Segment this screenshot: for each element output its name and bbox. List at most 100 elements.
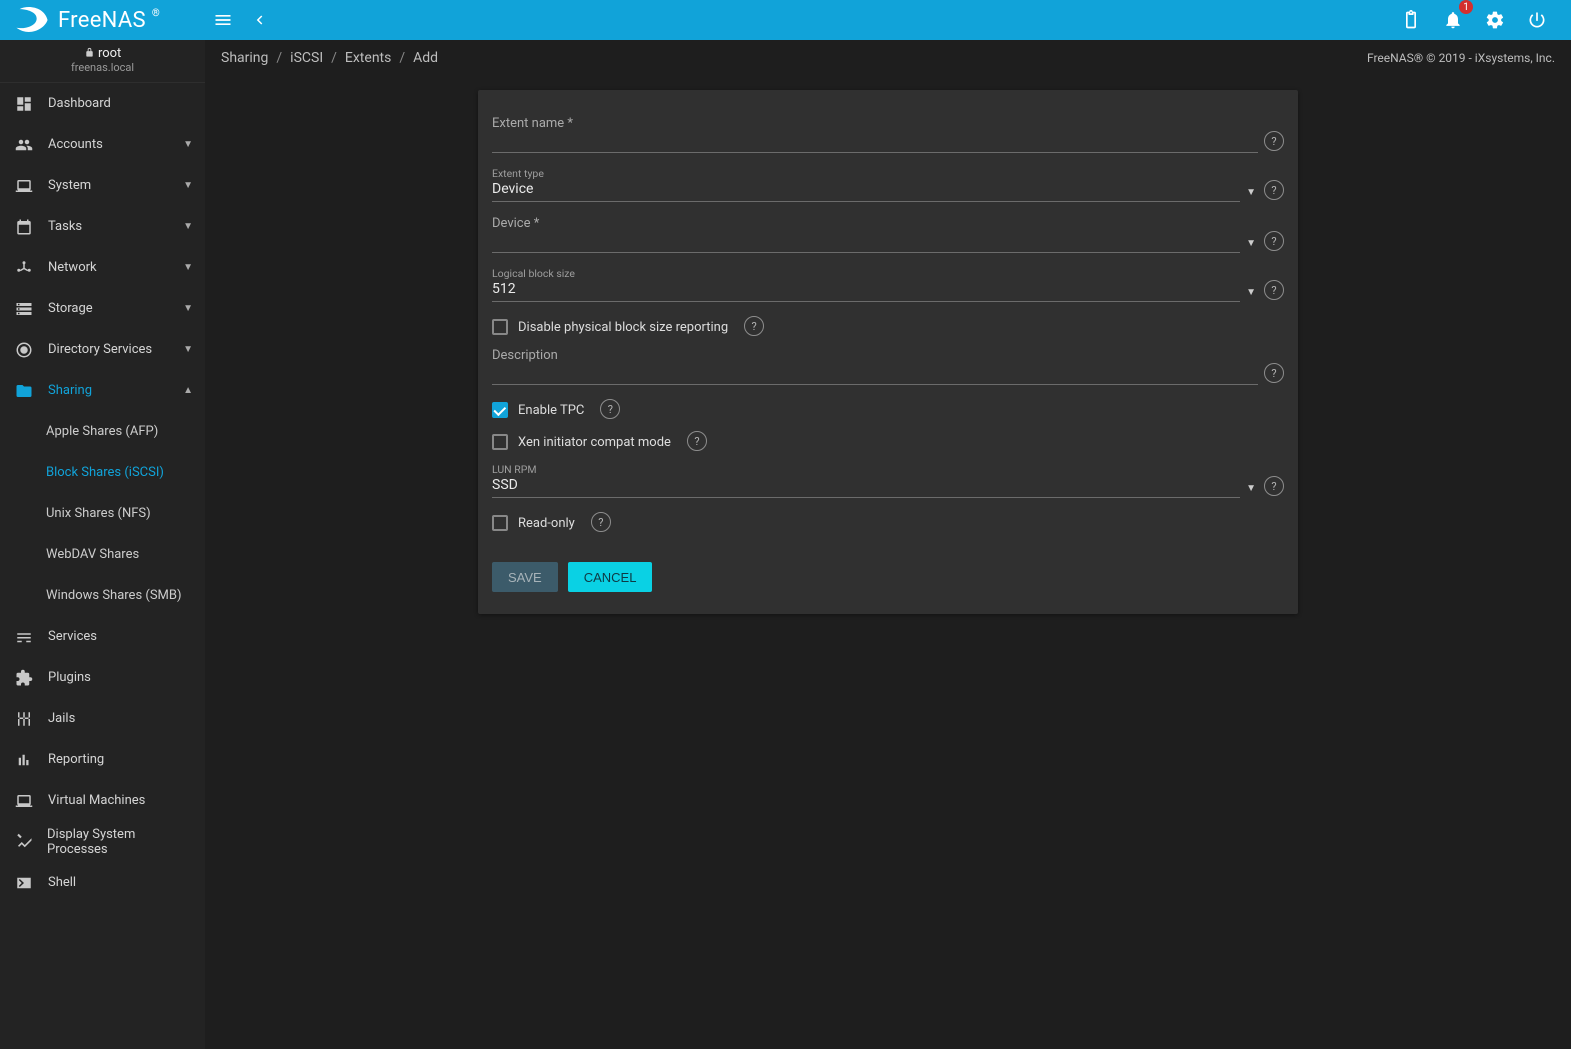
- sidebar-item-label: Dashboard: [48, 96, 111, 111]
- chevron-down-icon: ▼: [183, 303, 193, 314]
- breadcrumb-extents[interactable]: Extents: [345, 50, 391, 66]
- breadcrumb-add: Add: [413, 50, 438, 66]
- nav-back-button[interactable]: [241, 2, 277, 38]
- help-icon[interactable]: ?: [744, 316, 764, 336]
- sidebar-item-services[interactable]: Services: [0, 616, 205, 657]
- help-icon[interactable]: ?: [1264, 180, 1284, 200]
- sidebar-item-display-system-processes[interactable]: Display System Processes: [0, 821, 205, 862]
- checkbox-icon[interactable]: [492, 515, 508, 531]
- share-icon: [12, 259, 36, 277]
- breadcrumb-sharing[interactable]: Sharing: [221, 50, 268, 66]
- chevron-down-icon: ▼: [1246, 238, 1256, 249]
- ds-icon: [12, 341, 36, 359]
- sidebar-item-label: Virtual Machines: [48, 793, 145, 808]
- topbar: FreeNAS ® 1: [0, 0, 1571, 40]
- block-size-select[interactable]: Logical block size 512 ▼ ?: [492, 267, 1284, 302]
- sidebar-item-label: Plugins: [48, 670, 91, 685]
- sidebar-item-label: Directory Services: [48, 342, 152, 357]
- main: Sharing/iSCSI/Extents/Add FreeNAS® © 201…: [205, 40, 1571, 1049]
- help-icon[interactable]: ?: [1264, 363, 1284, 383]
- sidebar-subitem-windows-shares-smb-[interactable]: Windows Shares (SMB): [0, 575, 205, 616]
- sidebar-subitem-apple-shares-afp-[interactable]: Apple Shares (AFP): [0, 411, 205, 452]
- read-only-checkbox[interactable]: Read-only ?: [492, 512, 1284, 534]
- help-icon[interactable]: ?: [600, 399, 620, 419]
- chevron-up-icon: ▲: [183, 385, 193, 396]
- description-field[interactable]: Description ?: [492, 348, 1284, 385]
- extent-type-select[interactable]: Extent type Device ▼ ?: [492, 167, 1284, 202]
- chevron-down-icon: ▼: [183, 344, 193, 355]
- notifications-badge: 1: [1459, 0, 1473, 14]
- sidebar-item-virtual-machines[interactable]: Virtual Machines: [0, 780, 205, 821]
- sidebar-item-system[interactable]: System▼: [0, 165, 205, 206]
- dashboard-icon: [12, 95, 36, 113]
- sidebar-subitem-block-shares-iscsi-[interactable]: Block Shares (iSCSI): [0, 452, 205, 493]
- host-name: freenas.local: [0, 61, 205, 74]
- sidebar-item-label: Tasks: [48, 219, 82, 234]
- sidebar: root freenas.local Dashboard Accounts▼Sys…: [0, 40, 205, 1049]
- sidebar-item-label: Services: [48, 629, 97, 644]
- help-icon[interactable]: ?: [687, 431, 707, 451]
- sidebar-item-jails[interactable]: Jails: [0, 698, 205, 739]
- sidebar-item-sharing[interactable]: Sharing▲: [0, 370, 205, 411]
- chevron-down-icon: ▼: [183, 221, 193, 232]
- tune-icon: [12, 628, 36, 646]
- settings-button[interactable]: [1477, 2, 1513, 38]
- chevron-down-icon: ▼: [1246, 483, 1256, 494]
- form-card: Extent name * ? Extent type Device ▼ ?: [478, 90, 1298, 614]
- power-icon: [1527, 10, 1547, 30]
- calendar-icon: [12, 218, 36, 236]
- help-icon[interactable]: ?: [591, 512, 611, 532]
- disable-phys-checkbox[interactable]: Disable physical block size reporting ?: [492, 316, 1284, 338]
- checkbox-icon[interactable]: [492, 434, 508, 450]
- sidebar-item-label: Jails: [48, 711, 75, 726]
- clipboard-icon: [1401, 10, 1421, 30]
- checkbox-icon[interactable]: [492, 319, 508, 335]
- sidebar-item-reporting[interactable]: Reporting: [0, 739, 205, 780]
- sidebar-item-label: Shell: [48, 875, 76, 890]
- menu-icon: [213, 10, 233, 30]
- sidebar-item-label: Display System Processes: [47, 827, 193, 857]
- chevron-down-icon: ▼: [1246, 187, 1256, 198]
- laptop-icon: [12, 177, 36, 195]
- xen-compat-checkbox[interactable]: Xen initiator compat mode ?: [492, 431, 1284, 453]
- sidebar-item-network[interactable]: Network▼: [0, 247, 205, 288]
- cancel-button[interactable]: CANCEL: [568, 562, 653, 592]
- logo-icon: [12, 6, 52, 34]
- help-icon[interactable]: ?: [1264, 131, 1284, 151]
- save-button[interactable]: SAVE: [492, 562, 558, 592]
- chevron-left-icon: [250, 11, 268, 29]
- notifications-button[interactable]: 1: [1435, 2, 1471, 38]
- checkbox-icon[interactable]: [492, 402, 508, 418]
- storage-icon: [12, 300, 36, 318]
- sidebar-item-directory-services[interactable]: Directory Services ▼: [0, 329, 205, 370]
- sidebar-subitem-unix-shares-nfs-[interactable]: Unix Shares (NFS): [0, 493, 205, 534]
- copyright: FreeNAS® © 2019 - iXsystems, Inc.: [1367, 51, 1555, 65]
- extent-name-field[interactable]: Extent name * ?: [492, 116, 1284, 153]
- terminal-icon: [12, 874, 36, 892]
- device-select[interactable]: Device * ▼ ?: [492, 216, 1284, 253]
- power-button[interactable]: [1519, 2, 1555, 38]
- lock-icon: [84, 47, 95, 58]
- menu-toggle-button[interactable]: [205, 2, 241, 38]
- sidebar-item-storage[interactable]: Storage▼: [0, 288, 205, 329]
- sidebar-item-dashboard[interactable]: Dashboard: [0, 83, 205, 124]
- sidebar-subitem-webdav-shares[interactable]: WebDAV Shares: [0, 534, 205, 575]
- breadcrumb-iscsi[interactable]: iSCSI: [290, 50, 323, 66]
- sidebar-item-shell[interactable]: Shell: [0, 862, 205, 903]
- lun-rpm-select[interactable]: LUN RPM SSD ▼ ?: [492, 463, 1284, 498]
- help-icon[interactable]: ?: [1264, 476, 1284, 496]
- sidebar-item-accounts[interactable]: Accounts▼: [0, 124, 205, 165]
- user-name: root: [98, 46, 121, 61]
- help-icon[interactable]: ?: [1264, 280, 1284, 300]
- sidebar-item-plugins[interactable]: Plugins: [0, 657, 205, 698]
- sidebar-item-tasks[interactable]: Tasks ▼: [0, 206, 205, 247]
- chevron-down-icon: ▼: [183, 139, 193, 150]
- folder-icon: [12, 382, 36, 400]
- user-box: root freenas.local: [0, 40, 205, 83]
- enable-tpc-checkbox[interactable]: Enable TPC ?: [492, 399, 1284, 421]
- laptop-icon: [12, 792, 36, 810]
- clipboard-button[interactable]: [1393, 2, 1429, 38]
- extension-icon: [12, 669, 36, 687]
- sidebar-item-label: Network: [48, 260, 97, 275]
- help-icon[interactable]: ?: [1264, 231, 1284, 251]
